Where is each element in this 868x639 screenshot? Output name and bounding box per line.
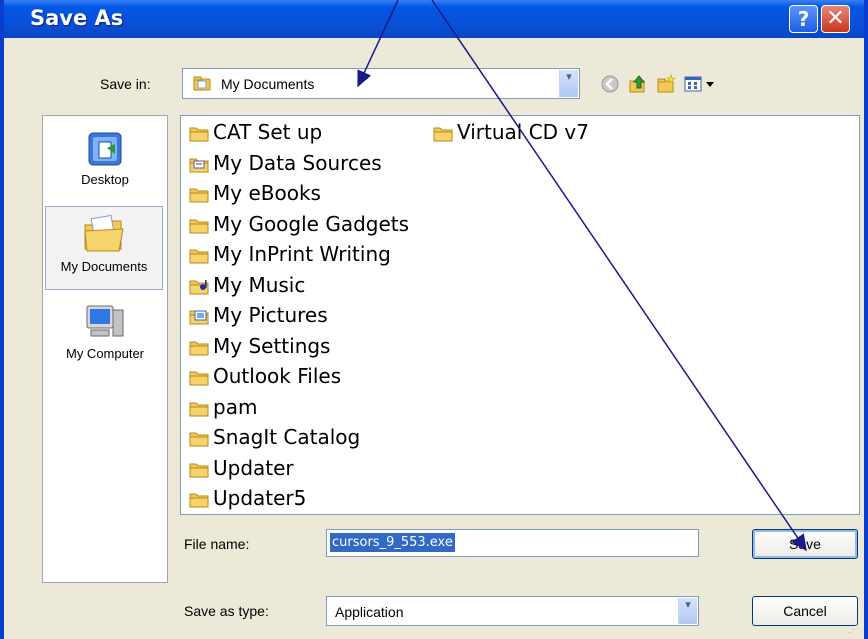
music-folder-icon <box>189 279 209 294</box>
save-as-type-value: Application <box>335 604 404 620</box>
place-label: Desktop <box>81 172 129 187</box>
chevron-down-icon[interactable]: ▾ <box>559 70 578 97</box>
file-name-text: Virtual CD v7 <box>457 120 589 144</box>
folder-icon <box>189 188 209 203</box>
up-folder-icon[interactable] <box>628 74 648 94</box>
save-button[interactable]: Save <box>752 529 858 559</box>
pictures-folder-icon <box>189 310 209 325</box>
view-menu-icon[interactable] <box>684 74 718 94</box>
save-in-value: My Documents <box>221 76 315 92</box>
resize-grip-icon[interactable]: ⋰ <box>848 624 858 635</box>
file-name-text: My InPrint Writing <box>213 242 391 266</box>
desktop-icon <box>88 132 122 166</box>
folder-icon <box>189 341 209 355</box>
file-name-text: pam <box>213 394 258 419</box>
my-computer-icon <box>86 305 124 337</box>
file-list[interactable]: CAT Set up My Data Sources My eBooks My Goo… <box>180 115 860 515</box>
save-as-dialog: Save As ? ✕ Save in: My Documents ▾ Desk… <box>0 0 868 639</box>
data-sources-folder-icon <box>189 158 209 172</box>
folder-icon <box>189 463 209 477</box>
help-button[interactable]: ? <box>789 5 818 33</box>
my-documents-icon <box>84 214 124 252</box>
folder-icon <box>189 493 209 508</box>
chevron-down-icon[interactable]: ▾ <box>678 598 697 624</box>
folder-icon <box>189 219 209 233</box>
folder-icon <box>189 371 209 386</box>
folder-icon <box>433 127 453 142</box>
place-desktop[interactable]: Desktop <box>43 130 167 187</box>
save-as-type-dropdown[interactable]: Application ▾ <box>326 596 699 626</box>
cancel-button[interactable]: Cancel <box>752 596 858 626</box>
folder-icon <box>189 402 209 416</box>
folder-icon <box>189 432 209 447</box>
file-name-text: My Google Gadgets <box>213 211 410 236</box>
file-name-text: Updater <box>213 455 294 480</box>
close-button[interactable]: ✕ <box>821 5 850 33</box>
file-name-value: cursors_9_553.exe <box>330 533 455 552</box>
title-bar[interactable]: Save As ? ✕ <box>4 0 864 38</box>
file-name-text: CAT Set up <box>213 120 323 144</box>
folder-icon <box>189 127 209 142</box>
file-name-text: My eBooks <box>213 181 321 205</box>
folder-icon <box>189 249 209 264</box>
dialog-title: Save As <box>30 6 124 30</box>
file-name-input[interactable]: cursors_9_553.exe <box>326 529 699 557</box>
save-in-dropdown[interactable]: My Documents ▾ <box>182 68 580 99</box>
file-name-label: File name: <box>184 536 250 552</box>
place-my-documents[interactable]: My Documents <box>45 206 163 290</box>
my-documents-small-icon <box>193 76 211 91</box>
place-my-computer[interactable]: My Computer <box>43 302 167 361</box>
places-bar: Desktop My Documents My Computer <box>42 115 168 583</box>
place-label: My Documents <box>60 259 148 274</box>
file-name-text: Outlook Files <box>213 364 342 388</box>
file-name-text: My Music <box>213 272 306 297</box>
new-folder-icon[interactable] <box>656 74 676 94</box>
place-label: My Computer <box>65 346 145 361</box>
file-name-text: SnagIt Catalog <box>213 425 361 449</box>
back-icon[interactable] <box>600 74 620 94</box>
file-name-text: My Data Sources <box>213 150 382 175</box>
save-in-label: Save in: <box>100 76 151 92</box>
save-as-type-label: Save as type: <box>184 603 269 619</box>
file-name-text: My Settings <box>213 333 331 358</box>
file-name-text: My Pictures <box>213 303 328 327</box>
file-name-text: Updater5 <box>213 486 307 510</box>
